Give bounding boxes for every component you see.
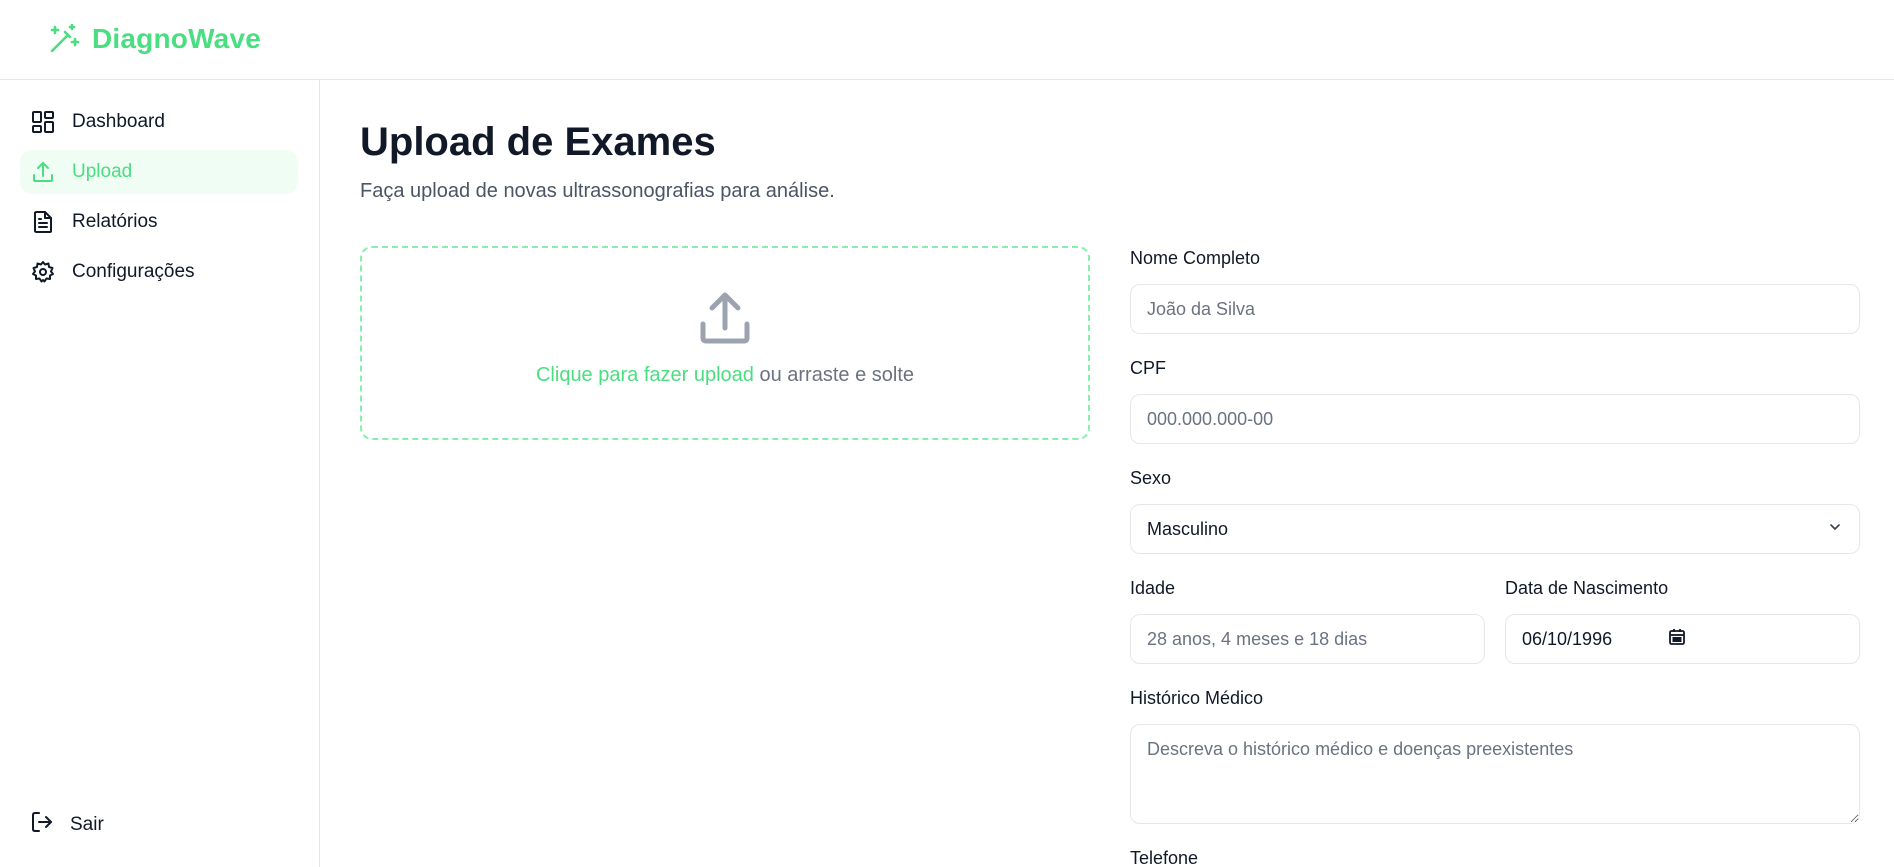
birth-date-value: 06/10/1996: [1522, 628, 1613, 649]
dropzone-hint: ou arraste e solte: [753, 364, 914, 386]
logout-icon: [30, 810, 54, 839]
age-field[interactable]: [1130, 614, 1485, 664]
sex-select[interactable]: Masculino: [1130, 504, 1860, 554]
sidebar: Dashboard Upload Relatórios Configuraçõe…: [0, 80, 320, 867]
sidebar-item-relatorios[interactable]: Relatórios: [20, 200, 298, 244]
upload-dropzone[interactable]: Clique para fazer upload ou arraste e so…: [360, 246, 1090, 440]
age-group: Idade: [1130, 578, 1485, 688]
cpf-label: CPF: [1130, 358, 1166, 378]
sidebar-item-configuracoes[interactable]: Configurações: [20, 250, 298, 294]
history-label: Histórico Médico: [1130, 688, 1264, 708]
name-label: Nome Completo: [1130, 248, 1261, 268]
sex-select-value: Masculino: [1147, 518, 1229, 539]
document-icon: [30, 209, 56, 235]
age-label: Idade: [1130, 578, 1176, 598]
sidebar-item-dashboard[interactable]: Dashboard: [20, 100, 298, 144]
top-bar: DiagnoWave: [0, 0, 1894, 80]
sidebar-item-upload[interactable]: Upload: [20, 150, 298, 194]
gear-icon: [30, 259, 56, 285]
upload-icon: [697, 290, 753, 346]
age-birth-row: Idade Data de Nascimento 06/10/1996: [1130, 578, 1860, 688]
sidebar-item-label: Configurações: [72, 261, 195, 282]
sex-label: Sexo: [1130, 468, 1172, 488]
logout-button[interactable]: Sair: [30, 810, 104, 839]
upload-link[interactable]: Clique para fazer upload: [536, 364, 754, 386]
sidebar-item-label: Dashboard: [72, 111, 165, 132]
sidebar-item-label: Relatórios: [72, 211, 158, 232]
birth-group: Data de Nascimento 06/10/1996: [1505, 578, 1860, 688]
logout-label: Sair: [70, 813, 104, 835]
name-field[interactable]: [1130, 284, 1860, 334]
birth-date-field[interactable]: 06/10/1996: [1505, 614, 1860, 664]
brand-name: DiagnoWave: [92, 23, 261, 54]
birth-label: Data de Nascimento: [1505, 578, 1669, 598]
page-title: Upload de Exames: [360, 120, 716, 164]
dashboard-icon: [30, 109, 56, 135]
page-subtitle: Faça upload de novas ultrassonografias p…: [360, 180, 835, 202]
history-field[interactable]: [1130, 724, 1860, 824]
chevron-down-icon: [1827, 519, 1843, 540]
cpf-field[interactable]: [1130, 394, 1860, 444]
phone-label: Telefone: [1130, 848, 1199, 867]
sidebar-nav: Dashboard Upload Relatórios Configuraçõe…: [20, 100, 298, 300]
main-content: Upload de Exames Faça upload de novas ul…: [360, 80, 1860, 867]
patient-form: Nome Completo CPF Sexo Masculino Idade D…: [1130, 248, 1860, 867]
brand[interactable]: DiagnoWave: [48, 22, 261, 56]
calendar-icon[interactable]: [1668, 628, 1686, 651]
dropzone-text: Clique para fazer upload ou arraste e so…: [536, 364, 914, 387]
sidebar-item-label: Upload: [72, 161, 133, 182]
magic-wand-icon: [48, 22, 80, 56]
upload-icon: [30, 159, 56, 185]
